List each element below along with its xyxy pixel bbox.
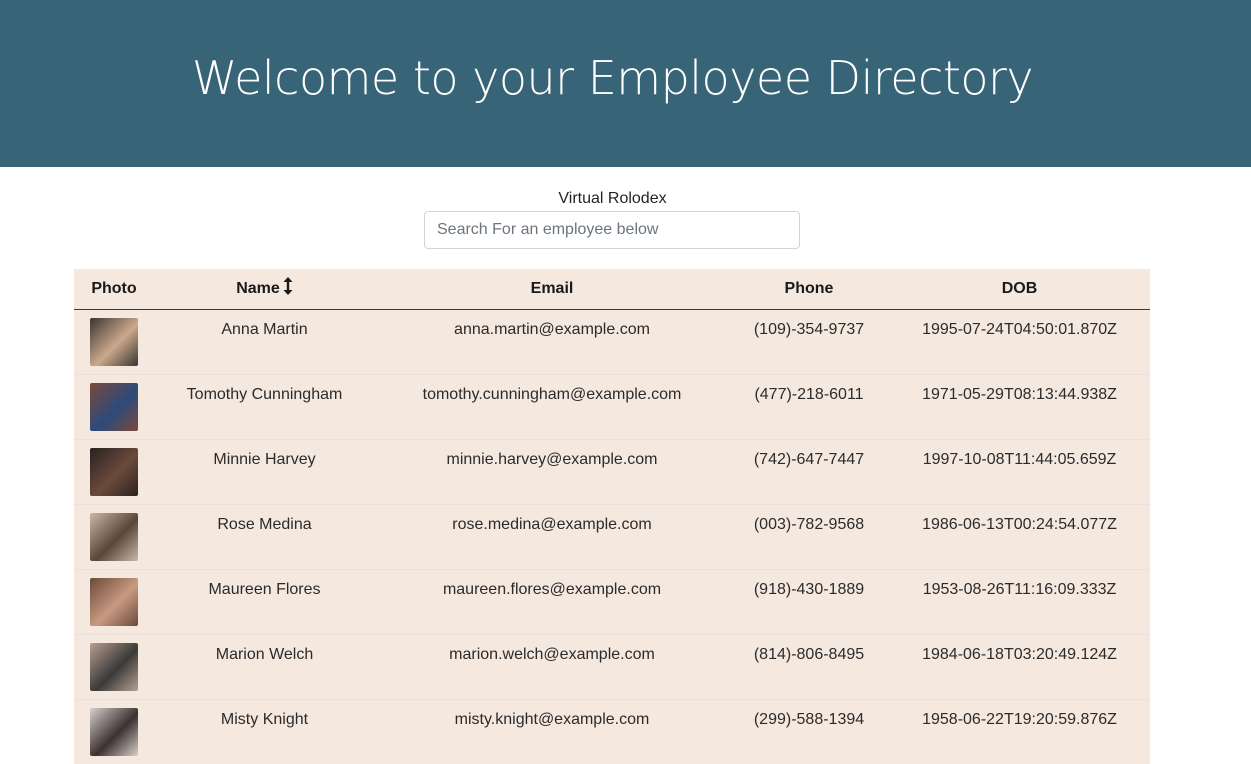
dob-cell: 1958-06-22T19:20:59.876Z (889, 698, 1150, 764)
photo-cell (74, 698, 154, 764)
email-cell: minnie.harvey@example.com (375, 438, 729, 504)
table-row: Anna Martin anna.martin@example.com (109)-… (74, 309, 1150, 374)
search-label: Virtual Rolodex (558, 190, 667, 207)
name-cell: Anna Martin (221, 320, 308, 338)
photo-cell (74, 309, 154, 374)
column-header-email: Email (375, 269, 729, 310)
email-cell: misty.knight@example.com (375, 698, 729, 764)
email-cell: maureen.flores@example.com (375, 568, 729, 634)
name-cell: Minnie Harvey (154, 438, 375, 504)
name-cell: Rose Medina (154, 503, 375, 569)
employee-photo (90, 447, 138, 496)
employee-photo (90, 382, 138, 431)
photo-cell (74, 568, 154, 634)
column-header-name[interactable]: Name (154, 269, 375, 310)
name-cell: Marion Welch (154, 633, 375, 699)
table-body: Anna Martin anna.martin@example.com (109)-… (74, 309, 1150, 764)
table-row: Maureen Flores maureen.flores@example.com… (74, 568, 1150, 634)
phone-cell: (918)-430-1889 (729, 568, 889, 634)
dob-cell: 1986-06-13T00:24:54.077Z (889, 503, 1150, 569)
phone-cell: (299)-588-1394 (729, 698, 889, 764)
email-cell: tomothy.cunningham@example.com (375, 373, 729, 439)
employee-photo (90, 642, 138, 691)
photo-cell (74, 438, 154, 504)
employee-table-container: Photo Name Email Phone DOB Anna Martin an… (74, 269, 1150, 764)
employee-photo (90, 707, 138, 756)
dob-cell: 1997-10-08T11:44:05.659Z (889, 438, 1150, 504)
employee-table: Photo Name Email Phone DOB Anna Martin an… (74, 269, 1150, 764)
employee-photo (90, 317, 138, 366)
table-row: Minnie Harvey minnie.harvey@example.com (7… (74, 438, 1150, 504)
table-row: Misty Knight misty.knight@example.com (299… (74, 698, 1150, 764)
email-cell: rose.medina@example.com (375, 503, 729, 569)
phone-cell: (814)-806-8495 (729, 633, 889, 699)
email-cell: marion.welch@example.com (375, 633, 729, 699)
phone-cell: (003)-782-9568 (729, 503, 889, 569)
dob-cell: 1971-05-29T08:13:44.938Z (889, 373, 1150, 439)
email-cell: anna.martin@example.com (454, 320, 650, 338)
search-input[interactable] (424, 211, 800, 249)
sort-arrows-icon[interactable] (283, 277, 293, 300)
phone-cell: (477)-218-6011 (729, 373, 889, 439)
phone-cell: (109)-354-9737 (753, 320, 865, 338)
photo-cell (74, 633, 154, 699)
table-header: Photo Name Email Phone DOB (74, 269, 1150, 310)
table-row: Marion Welch marion.welch@example.com (814… (74, 633, 1150, 699)
header-row: Photo Name Email Phone DOB (74, 269, 1150, 310)
photo-cell (74, 373, 154, 439)
column-header-photo: Photo (74, 269, 154, 310)
name-cell: Misty Knight (154, 698, 375, 764)
photo-cell (74, 503, 154, 569)
table-row: Tomothy Cunningham tomothy.cunningham@exa… (74, 373, 1150, 439)
page-title: Welcome to your Employee Directory (191, 50, 1034, 105)
employee-photo (90, 577, 138, 626)
column-header-name-label: Name (236, 280, 280, 298)
table-row: Rose Medina rose.medina@example.com (003)-… (74, 503, 1150, 569)
name-cell: Tomothy Cunningham (154, 373, 375, 439)
dob-cell: 1984-06-18T03:20:49.124Z (889, 633, 1150, 699)
column-header-phone: Phone (729, 269, 889, 310)
column-header-dob: DOB (889, 269, 1150, 310)
name-cell: Maureen Flores (154, 568, 375, 634)
search-section: Virtual Rolodex (0, 167, 1251, 249)
dob-cell: 1953-08-26T11:16:09.333Z (889, 568, 1150, 634)
employee-photo (90, 512, 138, 561)
phone-cell: (742)-647-7447 (729, 438, 889, 504)
dob-cell: 1995-07-24T04:50:01.870Z (922, 320, 1117, 338)
page-header: Welcome to your Employee Directory (0, 0, 1251, 167)
